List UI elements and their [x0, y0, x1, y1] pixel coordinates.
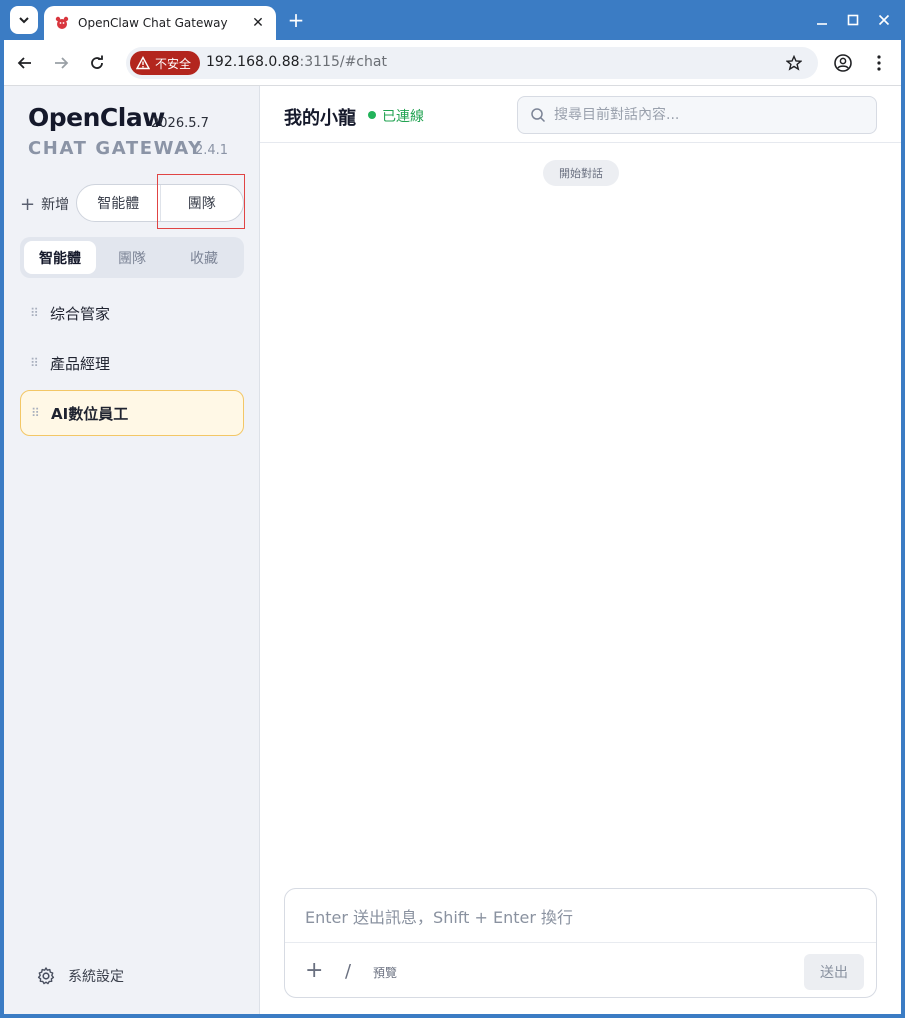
chat-panel: 我的小龍 已連線 開始對話 + / 預覽 送出 — [260, 86, 901, 1014]
chat-header: 我的小龍 已連線 — [260, 86, 901, 143]
send-button[interactable]: 送出 — [804, 954, 864, 990]
sidebar-tabs: 智能體 團隊 收藏 — [20, 237, 244, 278]
chevron-down-icon — [19, 17, 29, 24]
settings-label: 系統設定 — [68, 969, 124, 985]
add-new-label: + 新增 — [20, 193, 69, 215]
search-icon — [531, 108, 546, 123]
close-tab-icon[interactable]: ✕ — [248, 13, 268, 33]
gateway-version: 2.4.1 — [195, 143, 229, 158]
agent-name: 综合管家 — [50, 304, 111, 323]
forward-arrow-icon[interactable] — [48, 50, 74, 76]
app-root: OpenClaw 2026.5.7 CHAT GATEWAY 2.4.1 + 新… — [4, 86, 901, 1014]
bookmark-star-icon[interactable] — [784, 53, 804, 73]
tab-search-button[interactable] — [10, 6, 38, 34]
address-bar[interactable]: 不安全 192.168.0.88:3115/#chat — [126, 47, 818, 79]
security-label: 不安全 — [155, 56, 192, 71]
agent-item[interactable]: ⠿ 综合管家 — [20, 290, 244, 336]
new-agent-button[interactable]: 智能體 — [77, 185, 161, 221]
agent-name: 產品經理 — [50, 354, 111, 373]
settings-button[interactable]: 系統設定 — [36, 964, 124, 988]
tab-teams[interactable]: 團隊 — [96, 241, 168, 274]
url-path: :3115/#chat — [299, 54, 387, 70]
reload-icon[interactable] — [84, 50, 110, 76]
browser-toolbar: 不安全 192.168.0.88:3115/#chat — [4, 40, 901, 86]
browser-tab[interactable]: OpenClaw Chat Gateway ✕ — [44, 6, 276, 40]
search-input[interactable] — [554, 97, 870, 133]
agent-name: AI數位員工 — [51, 404, 129, 423]
plus-icon: + — [20, 193, 36, 215]
new-item-button-group: 智能體 團隊 — [76, 184, 244, 222]
drag-handle-icon[interactable]: ⠿ — [31, 406, 45, 420]
connection-status: 已連線 — [382, 109, 424, 125]
new-tab-button[interactable]: + — [284, 8, 308, 32]
preview-button[interactable]: 預覽 — [373, 964, 397, 981]
message-composer: + / 預覽 送出 — [284, 888, 877, 998]
agent-item-selected[interactable]: ⠿ AI數位員工 — [20, 390, 244, 436]
tab-agents[interactable]: 智能體 — [24, 241, 96, 274]
new-team-button[interactable]: 團隊 — [161, 185, 244, 221]
url-host: 192.168.0.88 — [206, 54, 300, 70]
browser-window: OpenClaw Chat Gateway ✕ + 不安全 192.168.0.… — [4, 0, 901, 1014]
warning-icon — [136, 56, 150, 70]
agent-item[interactable]: ⠿ 產品經理 — [20, 340, 244, 386]
chat-title: 我的小龍 — [284, 108, 356, 129]
brand-subtitle: CHAT GATEWAY — [28, 138, 203, 159]
add-label: 新增 — [41, 197, 70, 213]
url-text[interactable]: 192.168.0.88:3115/#chat — [206, 54, 387, 70]
slash-command-button[interactable]: / — [345, 961, 351, 982]
gear-icon — [37, 967, 55, 985]
brand-version: 2026.5.7 — [151, 116, 209, 131]
message-input[interactable] — [285, 889, 876, 943]
drag-handle-icon[interactable]: ⠿ — [30, 306, 44, 320]
drag-handle-icon[interactable]: ⠿ — [30, 356, 44, 370]
title-bar: OpenClaw Chat Gateway ✕ + — [4, 0, 901, 40]
security-warning-chip[interactable]: 不安全 — [130, 51, 201, 75]
sidebar: OpenClaw 2026.5.7 CHAT GATEWAY 2.4.1 + 新… — [4, 86, 260, 1014]
back-arrow-icon[interactable] — [12, 50, 38, 76]
minimize-icon[interactable] — [810, 8, 834, 32]
tab-favorites[interactable]: 收藏 — [168, 241, 240, 274]
attach-plus-icon[interactable]: + — [305, 960, 323, 982]
close-window-icon[interactable] — [872, 8, 896, 32]
brand-name: OpenClaw — [28, 103, 165, 132]
chat-search — [517, 96, 877, 134]
profile-icon[interactable] — [832, 52, 854, 74]
start-conversation-label: 開始對話 — [543, 160, 619, 186]
status-dot-icon — [368, 111, 376, 119]
more-menu-icon[interactable] — [868, 52, 890, 74]
tab-title: OpenClaw Chat Gateway — [78, 16, 228, 30]
maximize-icon[interactable] — [841, 8, 865, 32]
lobster-favicon-icon — [55, 16, 69, 29]
